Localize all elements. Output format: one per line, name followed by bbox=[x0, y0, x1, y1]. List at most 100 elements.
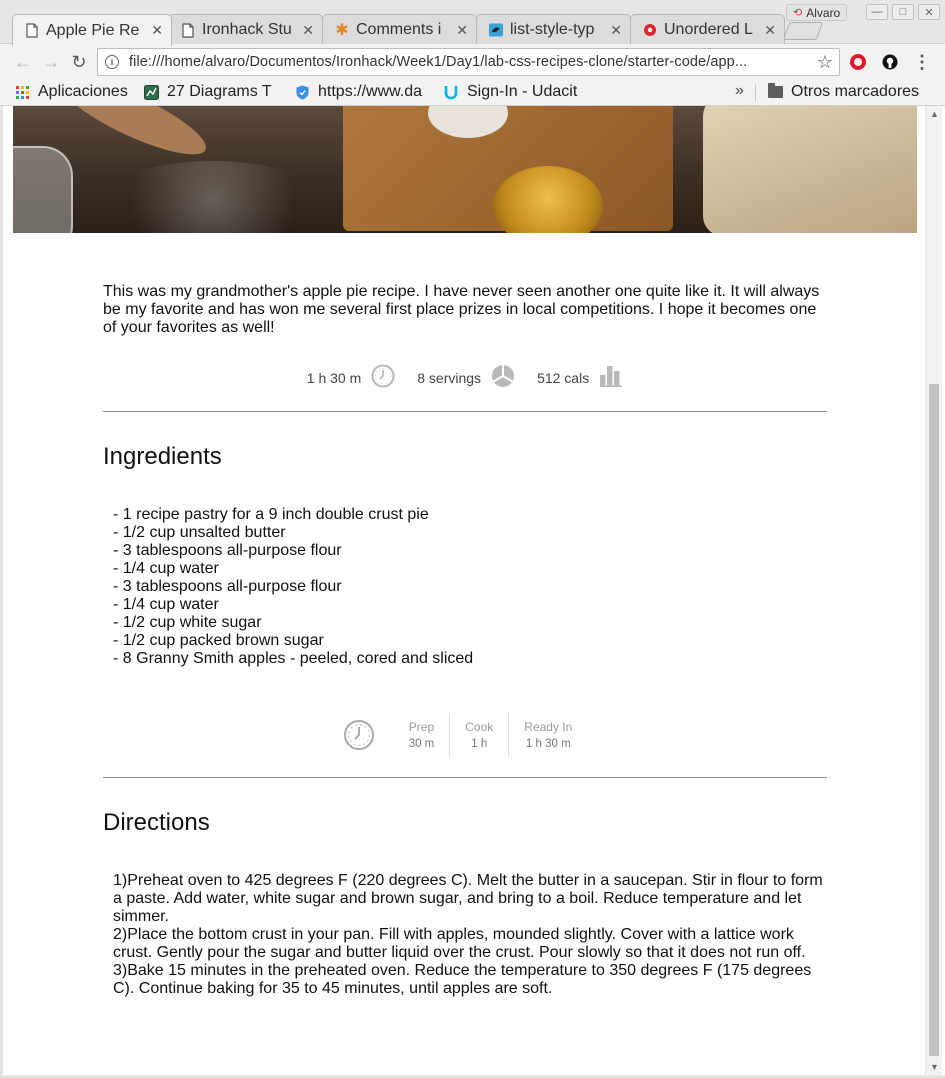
time-prep-value: 30 m bbox=[408, 738, 435, 750]
vertical-scrollbar[interactable]: ▲ ▼ bbox=[925, 106, 942, 1075]
ingredient-item: - 1/2 cup white sugar bbox=[113, 614, 262, 631]
menu-icon[interactable]: ⋮ bbox=[912, 52, 932, 72]
ingredient-item: - 3 tablespoons all-purpose flour bbox=[113, 578, 342, 595]
time-ready: Ready In 1 h 30 m bbox=[508, 713, 587, 757]
tab-comments[interactable]: ✱ Comments i ✕ bbox=[322, 14, 477, 45]
udacity-icon bbox=[443, 84, 459, 100]
direction-step: 3)Bake 15 minutes in the preheated oven.… bbox=[113, 962, 812, 997]
clock-icon bbox=[343, 713, 375, 757]
tab-list-style[interactable]: list-style-typ ✕ bbox=[476, 14, 631, 45]
scroll-down-icon[interactable]: ▼ bbox=[930, 1062, 939, 1072]
browser-chrome: Apple Pie Re ✕ Ironhack Stu ✕ ✱ Comments… bbox=[0, 0, 945, 106]
comments-icon: ✱ bbox=[335, 22, 349, 39]
bookmark-other-folder[interactable]: Otros marcadores bbox=[767, 81, 937, 103]
close-icon[interactable]: ✕ bbox=[456, 22, 468, 39]
tab-title: list-style-typ bbox=[510, 21, 595, 38]
scroll-up-icon[interactable]: ▲ bbox=[930, 109, 939, 119]
ingredient-item: - 3 tablespoons all-purpose flour bbox=[113, 542, 342, 559]
direction-step: 1)Preheat oven to 425 degrees F (220 deg… bbox=[113, 872, 823, 925]
time-ready-label: Ready In bbox=[524, 720, 573, 734]
info-icon[interactable]: i bbox=[105, 55, 119, 69]
ingredient-item: - 1/4 cup water bbox=[113, 596, 219, 613]
ingredient-item: - 1 recipe pastry for a 9 inch double cr… bbox=[113, 506, 429, 523]
tab-title: Comments i bbox=[356, 21, 442, 38]
section-divider bbox=[103, 411, 827, 412]
star-icon[interactable]: ☆ bbox=[817, 52, 833, 73]
bookmark-label: Otros marcadores bbox=[791, 83, 920, 100]
folder-icon bbox=[767, 83, 783, 100]
bookmark-diagrams[interactable]: 27 Diagrams T bbox=[143, 81, 281, 103]
section-divider bbox=[103, 777, 827, 778]
stat-servings-value: 8 servings bbox=[417, 369, 482, 386]
recipe-times: Prep 30 m Cook 1 h Ready In 1 h 30 m bbox=[103, 713, 827, 757]
bookmark-udacity[interactable]: Sign-In - Udacit bbox=[443, 81, 583, 103]
new-tab-button[interactable] bbox=[782, 22, 824, 40]
shield-icon bbox=[294, 84, 310, 100]
bookmark-label: 27 Diagrams T bbox=[167, 83, 272, 100]
bookmark-label: Aplicaciones bbox=[38, 83, 128, 100]
stat-time-value: 1 h 30 m bbox=[306, 369, 362, 386]
ingredient-item: - 1/4 cup water bbox=[113, 560, 219, 577]
diagram-icon bbox=[143, 84, 159, 100]
site-icon bbox=[643, 22, 657, 38]
time-prep: Prep 30 m bbox=[394, 713, 450, 757]
hero-image bbox=[13, 106, 917, 233]
ingredient-item: - 1/2 cup unsalted butter bbox=[113, 524, 286, 541]
github-icon[interactable] bbox=[880, 52, 900, 72]
tab-title: Ironhack Stu bbox=[202, 21, 292, 38]
stat-calories: 512 cals bbox=[537, 365, 623, 390]
close-icon[interactable]: ✕ bbox=[764, 22, 776, 39]
profile-button[interactable]: ⟲ Alvaro bbox=[786, 4, 848, 21]
ingredient-item: - 1/2 cup packed brown sugar bbox=[113, 632, 324, 649]
recipe-stats: 1 h 30 m 8 servings 512 cals bbox=[103, 364, 827, 391]
tab-ironhack[interactable]: Ironhack Stu ✕ bbox=[168, 14, 323, 45]
close-icon[interactable]: ✕ bbox=[151, 22, 163, 39]
bar-chart-icon bbox=[599, 365, 623, 390]
profile-icon: ⟲ bbox=[793, 7, 803, 19]
scroll-thumb[interactable] bbox=[929, 384, 939, 1056]
stat-time: 1 h 30 m bbox=[307, 364, 417, 391]
stat-servings: 8 servings bbox=[417, 364, 537, 391]
bookmark-apps[interactable]: Aplicaciones bbox=[14, 81, 134, 103]
bookmarks-divider bbox=[755, 84, 756, 101]
profile-name: Alvaro bbox=[806, 5, 841, 20]
close-icon[interactable]: ✕ bbox=[302, 22, 314, 39]
bookmark-label: https://www.da bbox=[318, 83, 423, 100]
ingredient-item: - 8 Granny Smith apples - peeled, cored … bbox=[113, 650, 474, 667]
bookmark-da[interactable]: https://www.da bbox=[294, 81, 432, 103]
opera-icon[interactable] bbox=[848, 52, 868, 72]
direction-step: 2)Place the bottom crust in your pan. Fi… bbox=[113, 926, 806, 961]
recipe-intro: This was my grandmother's apple pie reci… bbox=[103, 283, 820, 336]
maximize-button[interactable]: □ bbox=[892, 4, 914, 20]
bookmarks-overflow[interactable]: » bbox=[735, 82, 744, 100]
url-text[interactable]: file:///home/alvaro/Documentos/Ironhack/… bbox=[129, 54, 809, 70]
bird-icon bbox=[489, 22, 503, 38]
minimize-button[interactable]: — bbox=[866, 4, 888, 20]
time-cook-label: Cook bbox=[465, 720, 494, 734]
tab-strip: Apple Pie Re ✕ Ironhack Stu ✕ ✱ Comments… bbox=[0, 0, 945, 46]
pie-chart-icon bbox=[491, 364, 515, 391]
time-ready-value: 1 h 30 m bbox=[525, 738, 571, 750]
page-icon bbox=[181, 22, 195, 38]
address-bar[interactable]: i file:///home/alvaro/Documentos/Ironhac… bbox=[97, 48, 840, 76]
clock-icon bbox=[371, 364, 395, 391]
reload-button[interactable]: ↻ bbox=[68, 51, 90, 73]
tab-title: Apple Pie Re bbox=[46, 21, 140, 39]
page-viewport: This was my grandmother's apple pie reci… bbox=[3, 106, 925, 1075]
bookmark-label: Sign-In - Udacit bbox=[467, 83, 578, 100]
page-icon bbox=[25, 23, 39, 39]
bookmarks-bar: Aplicaciones 27 Diagrams T https://www.d… bbox=[0, 80, 945, 106]
tab-apple-pie[interactable]: Apple Pie Re ✕ bbox=[12, 14, 172, 46]
tab-title: Unordered L bbox=[664, 21, 753, 38]
back-button[interactable]: ← bbox=[12, 51, 34, 73]
close-icon[interactable]: ✕ bbox=[610, 22, 622, 39]
tab-unordered[interactable]: Unordered L ✕ bbox=[630, 14, 785, 45]
time-prep-label: Prep bbox=[408, 720, 435, 734]
directions-title: Directions bbox=[103, 809, 210, 836]
time-cook: Cook 1 h bbox=[449, 713, 508, 757]
time-cook-value: 1 h bbox=[471, 738, 488, 750]
ingredients-title: Ingredients bbox=[103, 443, 222, 470]
close-window-button[interactable]: ✕ bbox=[918, 4, 940, 20]
forward-button[interactable]: → bbox=[40, 51, 62, 73]
ingredients-list: - 1 recipe pastry for a 9 inch double cr… bbox=[113, 506, 473, 668]
